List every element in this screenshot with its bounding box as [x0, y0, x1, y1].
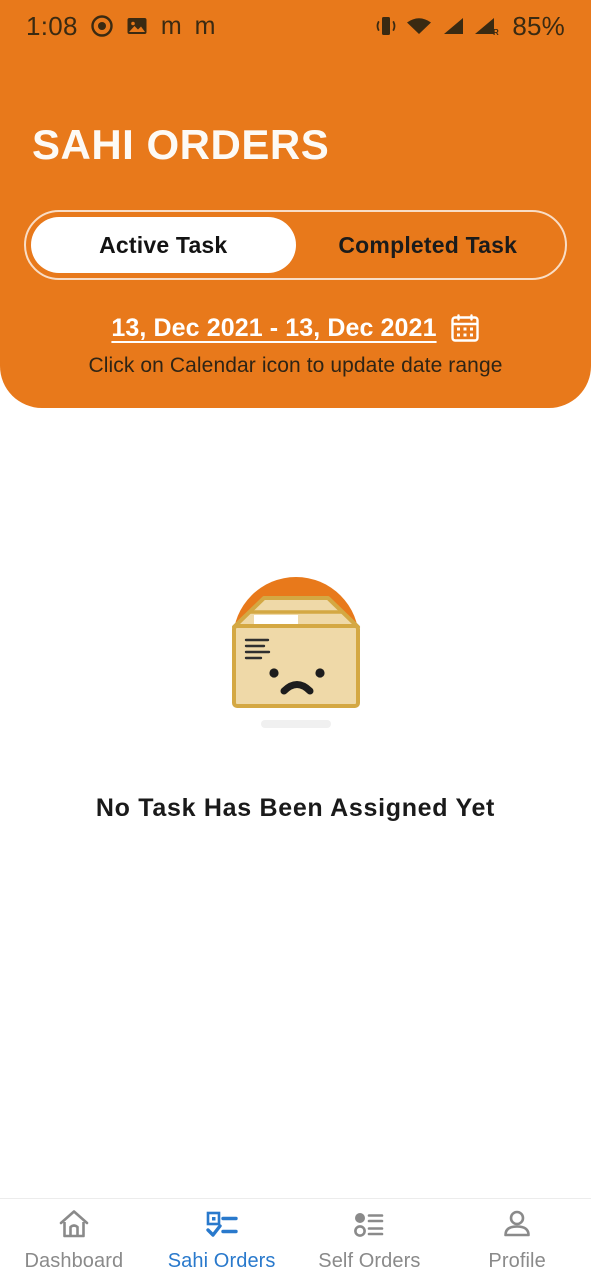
bottom-navigation: Dashboard Sahi Orders Self Orders Profil… [0, 1198, 591, 1280]
calendar-icon[interactable] [450, 313, 480, 343]
date-range-hint: Click on Calendar icon to update date ra… [88, 354, 503, 377]
empty-state: No Task Has Been Assigned Yet [0, 560, 591, 823]
app-screen: 1:08 m m R 85% SAHI ORDERS Active Task C… [0, 0, 591, 1280]
battery-percentage: 85% [512, 11, 565, 41]
date-range-row: 13, Dec 2021 - 13, Dec 2021 [0, 313, 591, 343]
chrome-icon [91, 15, 113, 37]
date-range-label[interactable]: 13, Dec 2021 - 13, Dec 2021 [111, 314, 436, 343]
gmail-icon-2: m [194, 11, 216, 40]
signal-icon [441, 16, 465, 36]
nav-item-profile[interactable]: Profile [443, 1199, 591, 1280]
home-icon [57, 1207, 91, 1241]
vibrate-icon [375, 14, 397, 38]
status-bar: 1:08 m m R 85% [0, 0, 591, 52]
nav-item-self-orders[interactable]: Self Orders [296, 1199, 444, 1280]
wifi-icon [406, 16, 432, 36]
nav-label-dashboard: Dashboard [24, 1249, 124, 1272]
nav-item-sahi-orders[interactable]: Sahi Orders [148, 1199, 296, 1280]
svg-text:R: R [493, 28, 499, 36]
gmail-icon: m [160, 11, 182, 40]
checklist-icon [205, 1207, 239, 1241]
image-icon [126, 15, 148, 37]
nav-label-self-orders: Self Orders [318, 1249, 421, 1272]
status-bar-time: 1:08 [26, 11, 78, 41]
tab-active-task[interactable]: Active Task [31, 217, 296, 273]
list-icon [352, 1207, 386, 1241]
task-tab-switch: Active Task Completed Task [24, 210, 567, 280]
nav-label-profile: Profile [488, 1249, 546, 1272]
signal-roaming-icon: R [474, 16, 500, 36]
nav-item-dashboard[interactable]: Dashboard [0, 1199, 148, 1280]
sad-box-icon [206, 560, 386, 760]
person-icon [500, 1207, 534, 1241]
page-title: SAHI ORDERS [32, 121, 330, 168]
status-bar-right: R 85% [375, 13, 565, 39]
nav-label-sahi-orders: Sahi Orders [167, 1249, 276, 1272]
header-panel: 1:08 m m R 85% SAHI ORDERS Active Task C… [0, 0, 591, 408]
tab-completed-task[interactable]: Completed Task [296, 217, 561, 273]
status-bar-left: 1:08 m m [26, 13, 215, 39]
empty-state-message: No Task Has Been Assigned Yet [95, 794, 496, 822]
